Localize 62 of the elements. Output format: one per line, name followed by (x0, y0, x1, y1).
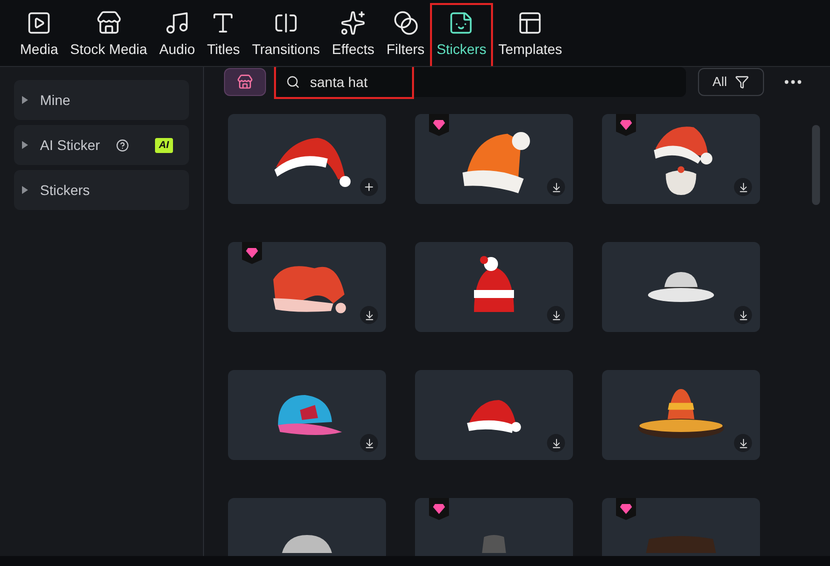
download-icon (738, 438, 748, 448)
template-icon (517, 10, 544, 36)
download-button[interactable] (547, 434, 565, 452)
download-button[interactable] (360, 434, 378, 452)
sticker-card[interactable] (415, 242, 573, 332)
sticker-card[interactable] (602, 114, 760, 204)
diamond-icon (433, 504, 445, 514)
download-button[interactable] (547, 306, 565, 324)
sidebar-item-label: AI Sticker (40, 136, 100, 154)
diamond-icon (246, 248, 258, 258)
plus-icon (363, 181, 375, 193)
download-icon (550, 438, 562, 448)
store-button[interactable] (224, 68, 266, 96)
download-button[interactable] (547, 178, 565, 196)
download-icon (738, 310, 748, 320)
download-button[interactable] (734, 434, 752, 452)
download-icon (550, 310, 562, 320)
tab[interactable]: Templates (493, 5, 568, 66)
circles-icon (392, 10, 418, 36)
download-button[interactable] (360, 306, 378, 324)
sidebar-item-label: Mine (40, 90, 70, 110)
sticker-icon (448, 10, 474, 36)
media-icon (26, 10, 52, 36)
search-icon (286, 75, 300, 89)
sidebar-item[interactable]: AI Sticker AI (14, 125, 189, 165)
filter-icon (735, 75, 749, 89)
sparkle-icon (340, 10, 366, 36)
diamond-icon (433, 120, 445, 130)
sticker-card[interactable] (602, 242, 760, 332)
ai-badge: AI (154, 138, 173, 152)
download-icon (738, 182, 748, 192)
store-icon (237, 74, 253, 90)
filter-button[interactable]: All (698, 68, 764, 96)
download-button[interactable] (734, 178, 752, 196)
search-field[interactable]: santa hat (274, 67, 414, 99)
sticker-card[interactable] (228, 114, 386, 204)
tab[interactable]: Stock Media (65, 5, 152, 66)
download-icon (364, 438, 374, 448)
sidebar-item[interactable]: Stickers (14, 170, 189, 210)
music-note-icon (164, 10, 190, 36)
sidebar-item-label: Stickers (40, 180, 90, 200)
help-icon[interactable] (116, 138, 129, 152)
download-icon (364, 310, 374, 320)
download-button[interactable] (734, 306, 752, 324)
tab[interactable]: Media (15, 5, 64, 66)
tab[interactable]: Filters (381, 5, 430, 66)
scrollbar[interactable] (812, 125, 820, 205)
sticker-card[interactable] (602, 370, 760, 460)
tab[interactable]: Audio (154, 5, 200, 66)
diamond-icon (620, 504, 632, 514)
sidebar-item[interactable]: Mine (14, 80, 189, 120)
diamond-icon (620, 120, 632, 130)
store-icon (96, 10, 122, 36)
tab[interactable]: Stickers (432, 5, 492, 66)
sticker-card[interactable] (415, 370, 573, 460)
tab[interactable]: Transitions (246, 5, 325, 66)
sticker-card[interactable] (228, 242, 386, 332)
tab[interactable]: Titles (202, 5, 245, 66)
download-icon (550, 182, 562, 192)
sticker-card[interactable] (415, 114, 573, 204)
tab[interactable]: Effects (326, 5, 380, 66)
add-button[interactable] (360, 178, 378, 196)
